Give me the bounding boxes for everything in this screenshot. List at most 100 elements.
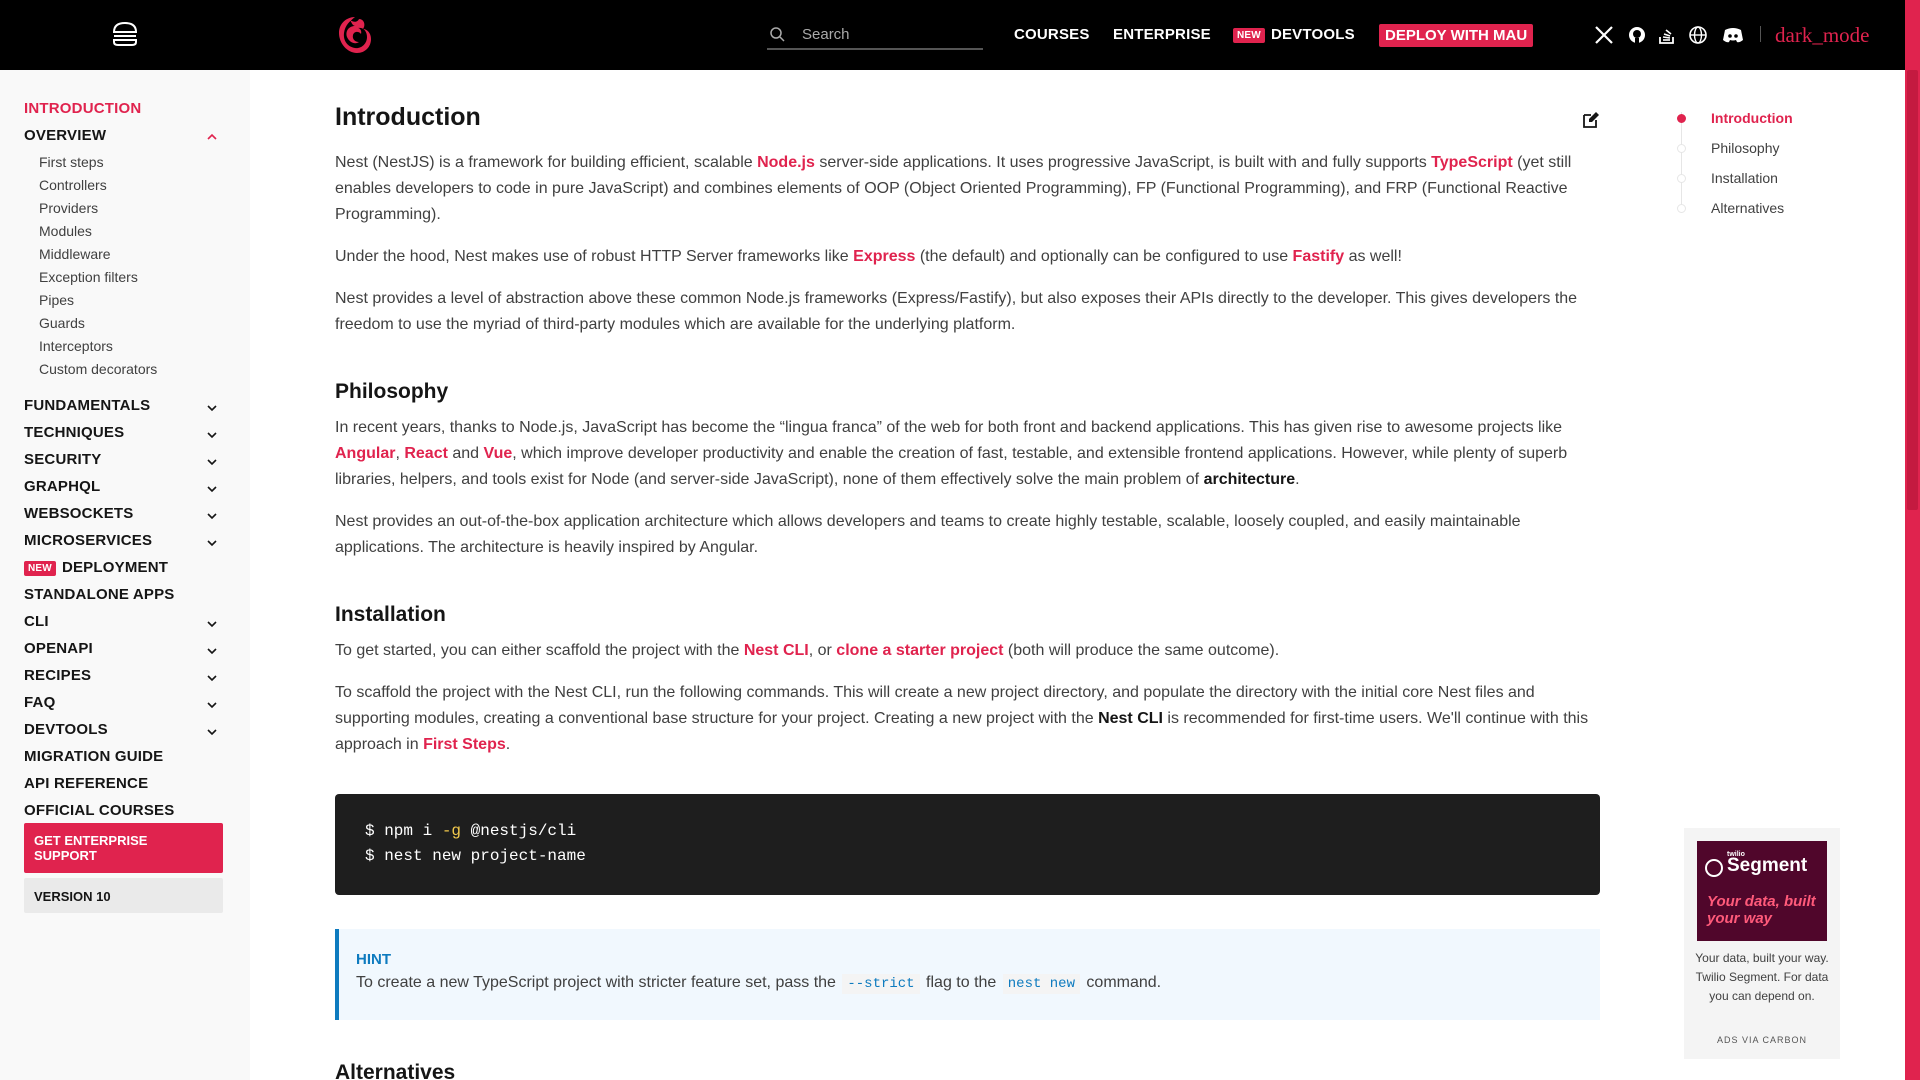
link-react[interactable]: React — [404, 445, 448, 462]
text: Under the hood, Nest makes use of robust… — [335, 248, 854, 265]
code-flag: -g — [441, 822, 462, 840]
nav-enterprise[interactable]: ENTERPRISE — [1113, 26, 1211, 43]
sidebar-item-recipes[interactable]: RECIPES — [24, 667, 91, 684]
intro-paragraph-3: Nest provides a level of abstraction abo… — [335, 290, 1578, 333]
link-express[interactable]: Express — [853, 248, 915, 265]
sidebar-item-security[interactable]: SECURITY — [24, 451, 101, 468]
sidebar-item-standalone-apps[interactable]: STANDALONE APPS — [24, 586, 175, 603]
sidebar-item-label: DEVTOOLS — [24, 721, 108, 738]
sidebar-subitem[interactable]: Providers — [39, 200, 98, 216]
nav-courses[interactable]: COURSES — [1014, 26, 1090, 43]
ad-text[interactable]: Your data, built your way. Twilio Segmen… — [1692, 949, 1832, 1006]
sidebar-item-openapi[interactable]: OPENAPI — [24, 640, 93, 657]
sidebar-item-api-reference[interactable]: API REFERENCE — [24, 775, 148, 792]
toc-dot — [1677, 204, 1686, 213]
scrollbar-thumb[interactable] — [1907, 70, 1918, 510]
link-first-steps[interactable]: First Steps — [423, 736, 506, 753]
sidebar-item-migration-guide[interactable]: MIGRATION GUIDE — [24, 748, 163, 765]
sidebar-subitem[interactable]: Modules — [39, 223, 92, 239]
intro-paragraph-1: Nest (NestJS) is a framework for buildin… — [335, 150, 1600, 228]
edit-page-icon[interactable] — [1582, 111, 1600, 129]
link-clone-starter[interactable]: clone a starter project — [836, 642, 1003, 659]
toc-item-introduction[interactable]: Introduction — [1711, 110, 1793, 126]
new-badge: NEW — [24, 561, 56, 576]
search-placeholder[interactable]: Search — [802, 26, 850, 43]
chevron-down-icon[interactable] — [205, 644, 219, 658]
chevron-down-icon[interactable] — [205, 401, 219, 415]
text: (both will produce the same outcome). — [1003, 642, 1280, 659]
link-vue[interactable]: Vue — [484, 445, 513, 462]
sidebar-item-introduction[interactable]: INTRODUCTION — [24, 100, 141, 117]
ad-image[interactable]: twilio Segment Your data, built your way — [1697, 841, 1827, 941]
nav-devtools[interactable]: NEW DEVTOOLS — [1233, 26, 1355, 43]
language-icon[interactable] — [1687, 24, 1709, 46]
dark-mode-toggle[interactable]: dark_mode — [1775, 23, 1869, 48]
link-fastify[interactable]: Fastify — [1293, 248, 1345, 265]
sidebar-item-websockets[interactable]: WEBSOCKETS — [24, 505, 134, 522]
nav-devtools-label: DEVTOOLS — [1270, 26, 1355, 43]
code-block[interactable]: $ npm i -g @nestjs/cli $ nest new projec… — [335, 794, 1600, 895]
text: To get started, you can either scaffold … — [335, 642, 744, 659]
carbon-ad[interactable]: twilio Segment Your data, built your way… — [1684, 828, 1840, 1059]
sidebar-subitem[interactable]: Pipes — [39, 292, 74, 308]
chevron-down-icon[interactable] — [205, 455, 219, 469]
menu-burger-icon[interactable] — [110, 19, 140, 49]
sidebar-item-deployment[interactable]: NEW DEPLOYMENT — [24, 559, 168, 576]
sidebar-subitem[interactable]: Guards — [39, 315, 85, 331]
nestjs-logo[interactable] — [333, 13, 377, 57]
search-box[interactable]: Search — [767, 22, 983, 50]
sidebar-item-faq[interactable]: FAQ — [24, 694, 55, 711]
sidebar-item-microservices[interactable]: MICROSERVICES — [24, 532, 152, 549]
stackoverflow-icon[interactable] — [1656, 24, 1678, 46]
deploy-with-mau-button[interactable]: DEPLOY WITH MAU — [1379, 24, 1534, 47]
chevron-down-icon[interactable] — [205, 509, 219, 523]
sidebar-item-techniques[interactable]: TECHNIQUES — [24, 424, 124, 441]
chevron-down-icon[interactable] — [205, 536, 219, 550]
sidebar-subitem[interactable]: Middleware — [39, 246, 111, 262]
github-icon[interactable] — [1626, 24, 1648, 46]
sidebar-subitem[interactable]: First steps — [39, 154, 104, 170]
link-angular[interactable]: Angular — [335, 445, 395, 462]
toc-dot — [1677, 114, 1686, 123]
philosophy-paragraph-2: Nest provides an out-of-the-box applicat… — [335, 513, 1521, 556]
search-icon — [770, 27, 785, 42]
sidebar-subitem[interactable]: Controllers — [39, 177, 107, 193]
version-button[interactable]: VERSION 10 — [24, 878, 223, 913]
code-text: @nestjs/cli — [461, 822, 577, 840]
chevron-down-icon[interactable] — [205, 725, 219, 739]
sidebar-subitem[interactable]: Interceptors — [39, 338, 113, 354]
chevron-up-icon[interactable] — [205, 130, 219, 144]
toc-item-philosophy[interactable]: Philosophy — [1711, 140, 1780, 156]
new-badge: NEW — [1233, 28, 1265, 43]
sidebar-subitem[interactable]: Exception filters — [39, 269, 138, 285]
toc-item-installation[interactable]: Installation — [1711, 170, 1778, 186]
sidebar-item-cli[interactable]: CLI — [24, 613, 49, 630]
intro-paragraph-2: Under the hood, Nest makes use of robust… — [335, 244, 1600, 270]
chevron-down-icon[interactable] — [205, 698, 219, 712]
sidebar-item-overview[interactable]: OVERVIEW — [24, 127, 106, 144]
sidebar-item-label: FAQ — [24, 694, 56, 711]
toc-dot — [1677, 144, 1686, 153]
installation-paragraph-2: To scaffold the project with the Nest CL… — [335, 680, 1600, 758]
x-icon[interactable] — [1593, 24, 1615, 46]
text: , — [395, 445, 405, 462]
discord-icon[interactable] — [1721, 24, 1745, 46]
link-nodejs[interactable]: Node.js — [757, 154, 815, 171]
toc-item-alternatives[interactable]: Alternatives — [1711, 200, 1784, 216]
chevron-down-icon[interactable] — [205, 482, 219, 496]
sidebar-item-fundamentals[interactable]: FUNDAMENTALS — [24, 397, 150, 414]
sidebar-item-official-courses[interactable]: OFFICIAL COURSES — [24, 802, 174, 819]
sidebar-item-graphql[interactable]: GRAPHQL — [24, 478, 100, 495]
ads-via-carbon[interactable]: ADS VIA CARBON — [1684, 1035, 1840, 1045]
sidebar-item-devtools[interactable]: DEVTOOLS — [24, 721, 108, 738]
link-nest-cli[interactable]: Nest CLI — [744, 642, 809, 659]
inline-code-strict: --strict — [842, 974, 920, 994]
text: server-side applications. It uses progre… — [814, 154, 1432, 171]
link-typescript[interactable]: TypeScript — [1431, 154, 1513, 171]
chevron-down-icon[interactable] — [205, 428, 219, 442]
sidebar-subitem[interactable]: Custom decorators — [39, 361, 157, 377]
chevron-down-icon[interactable] — [205, 671, 219, 685]
text: . — [1295, 471, 1300, 488]
chevron-down-icon[interactable] — [205, 617, 219, 631]
get-enterprise-support-button[interactable]: GET ENTERPRISE SUPPORT — [24, 823, 223, 873]
